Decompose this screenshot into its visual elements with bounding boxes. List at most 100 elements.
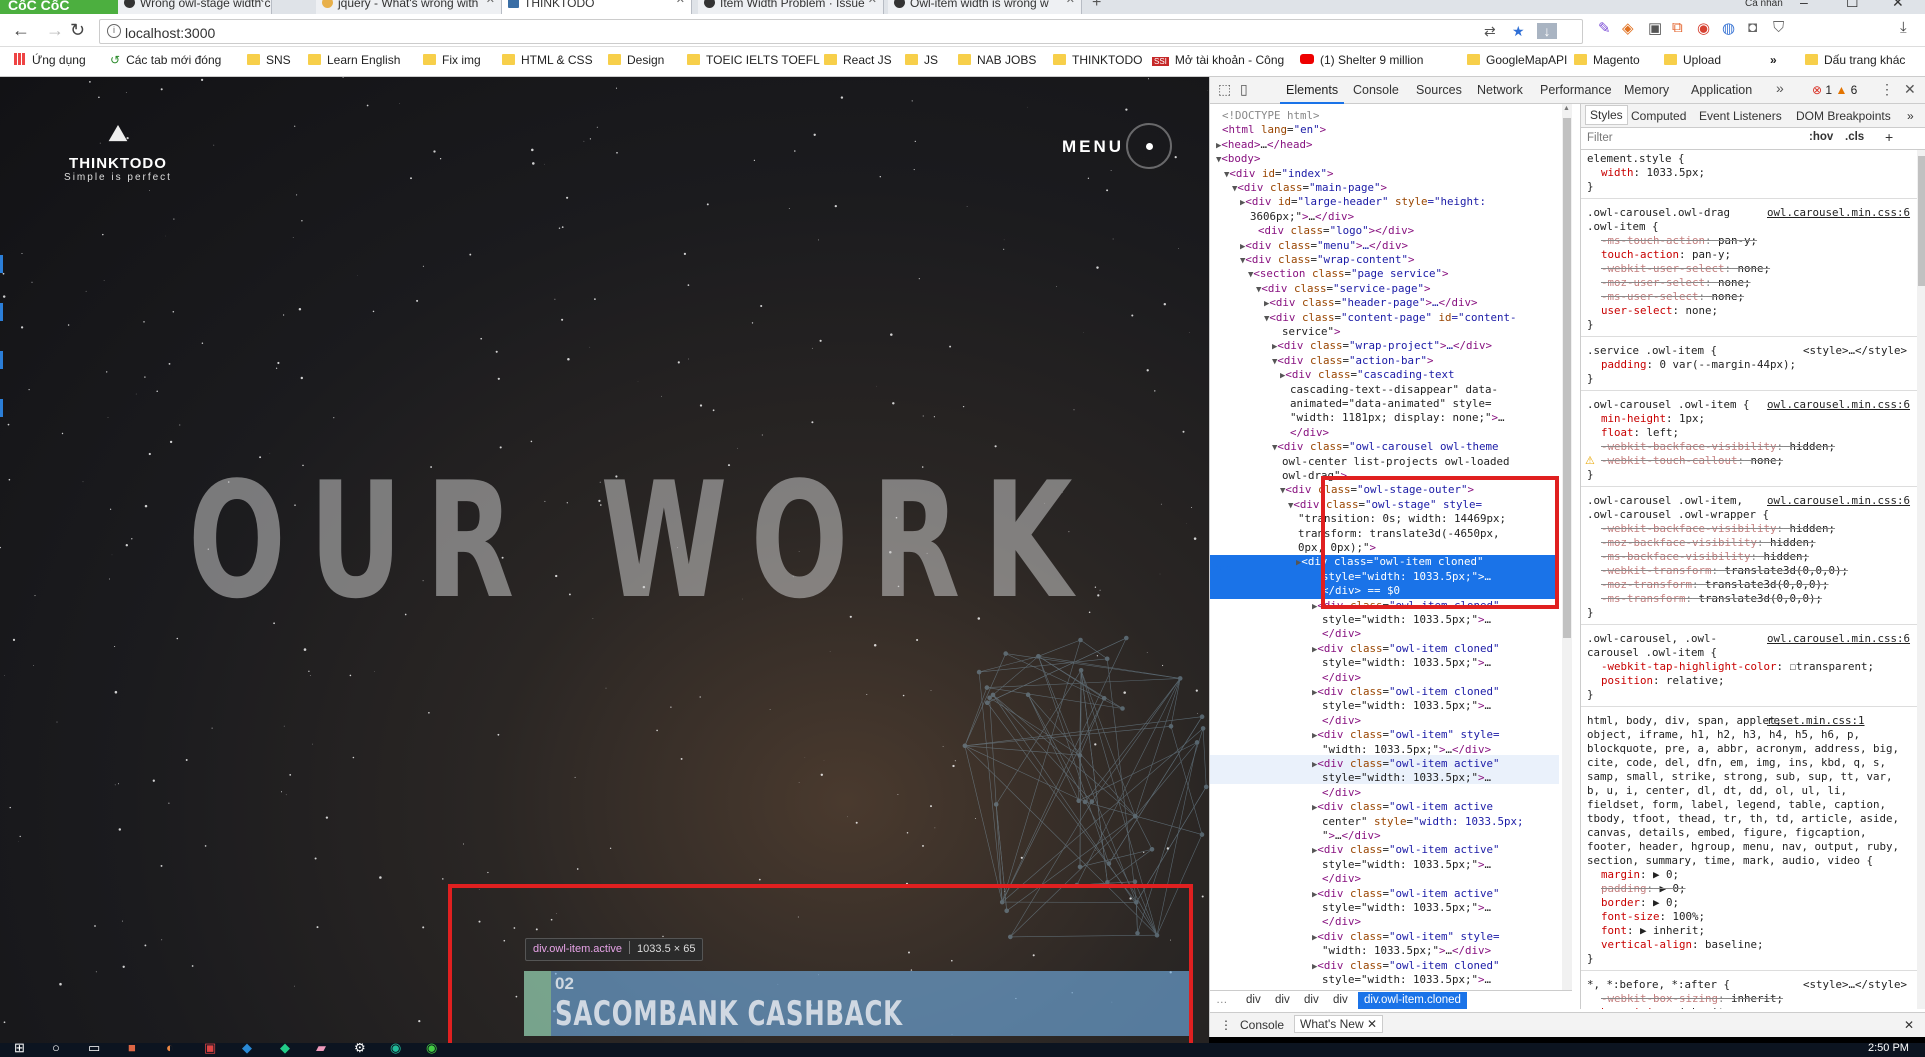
dom-node-line[interactable]: ▶<div class="menu">…</div>	[1240, 239, 1408, 254]
dom-node-line[interactable]: ▶<div id="large-header" style="height:	[1240, 195, 1486, 210]
css-declaration[interactable]: -ms-touch-action: pan-y;	[1601, 234, 1757, 248]
dom-node-line[interactable]: cascading-text--disappear" data-	[1290, 383, 1498, 397]
breadcrumb-dots[interactable]: …	[1216, 992, 1228, 1009]
dom-node-line[interactable]: style="width: 1033.5px;">…	[1322, 858, 1491, 872]
download-arrow-icon[interactable]: ⤓	[1900, 19, 1907, 36]
profile-label[interactable]: Cá nhân	[1745, 0, 1783, 9]
css-declaration[interactable]: -moz-user-select: none;	[1601, 276, 1751, 290]
dom-node-line[interactable]: ▼<div class="service-page">	[1256, 282, 1431, 297]
info-icon[interactable]: i	[107, 24, 121, 38]
tab-console[interactable]: Console	[1353, 83, 1399, 97]
more-subtabs-icon[interactable]: »	[1907, 109, 1914, 123]
browser-tab[interactable]: Owl-item width is wrong w ✕	[888, 0, 1082, 14]
dom-node-line[interactable]: ▶<div class="owl-item" style=	[1312, 930, 1500, 945]
dom-node-line[interactable]: style="width: 1033.5px;">…	[1322, 656, 1491, 670]
css-selector[interactable]: carousel .owl-item {	[1587, 646, 1717, 660]
css-declaration[interactable]: min-height: 1px;	[1601, 412, 1705, 426]
css-selector[interactable]: cite, code, del, dfn, em, img, ins, kbd,…	[1587, 756, 1886, 770]
app-icon[interactable]: ◆	[280, 1043, 290, 1056]
bookmark-folder[interactable]: JS	[905, 53, 938, 67]
css-declaration[interactable]: float: left;	[1601, 426, 1679, 440]
breadcrumb-item[interactable]: div	[1246, 992, 1261, 1009]
tab-network[interactable]: Network	[1477, 83, 1523, 97]
dom-node-line[interactable]: </div>	[1322, 671, 1361, 685]
browser-tab[interactable]: Wrong owl-stage width ca ✕	[118, 0, 272, 14]
css-selector[interactable]: *, *:before, *:after {<style>…</style>	[1587, 978, 1907, 992]
tab-event-listeners[interactable]: Event Listeners	[1699, 109, 1782, 123]
css-declaration[interactable]: -moz-backface-visibility: hidden;	[1601, 536, 1816, 550]
site-logo[interactable]: ⯅ THINKTODO Simple is perfect	[48, 117, 188, 183]
dom-node-line[interactable]: ▶<head>…</head>	[1216, 138, 1313, 153]
dom-node-line[interactable]: ▶<div class="owl-item active"	[1312, 887, 1500, 902]
css-declaration[interactable]: border: ▶ 0;	[1601, 896, 1679, 910]
search-icon[interactable]: ○	[52, 1043, 60, 1055]
menu-button[interactable]: MENU	[1062, 123, 1172, 169]
dom-node-line[interactable]: ▶<div class="wrap-project">…</div>	[1272, 339, 1492, 354]
dom-node-line[interactable]: </div>	[1322, 786, 1361, 800]
css-selector[interactable]: .owl-carousel .owl-item {owl.carousel.mi…	[1587, 398, 1910, 412]
bookmark-folder[interactable]: GoogleMapAPI	[1467, 53, 1567, 67]
close-tab-icon[interactable]: ✕	[1066, 0, 1075, 6]
drawer-menu-icon[interactable]: ⋮	[1220, 1018, 1232, 1032]
dom-node-line[interactable]: service">	[1282, 325, 1341, 339]
other-bookmarks[interactable]: Dấu trang khác	[1805, 53, 1905, 67]
close-tab-icon[interactable]: ✕	[256, 0, 265, 6]
bookmark-folder[interactable]: TOEIC IELTS TOEFL	[687, 53, 820, 67]
extension-pen-icon[interactable]: ✎	[1598, 19, 1611, 37]
dom-node-line[interactable]: </div>	[1322, 627, 1361, 641]
dom-node-line[interactable]: animated="data-animated" style=	[1290, 397, 1492, 411]
shield-icon[interactable]: ⛉	[1773, 19, 1784, 36]
drawer-tab-console[interactable]: Console	[1240, 1018, 1284, 1032]
download-icon[interactable]: ↓	[1537, 23, 1557, 39]
issue-counter[interactable]: ⊗ 1 ▲ 6	[1812, 83, 1857, 97]
tab-sources[interactable]: Sources	[1416, 83, 1462, 97]
dom-node-line[interactable]: ▼<section class="page service">	[1248, 267, 1449, 282]
css-selector[interactable]: fieldset, form, label, legend, table, ca…	[1587, 798, 1886, 812]
tab-dom-breakpoints[interactable]: DOM Breakpoints	[1796, 109, 1891, 123]
css-declaration[interactable]: user-select: none;	[1601, 304, 1718, 318]
css-selector[interactable]: section, summary, time, mark, audio, vid…	[1587, 854, 1873, 868]
dom-node-line[interactable]: ▼<body>	[1216, 152, 1260, 167]
hov-toggle[interactable]: :hov	[1809, 131, 1833, 143]
breadcrumb-item[interactable]: div	[1275, 992, 1290, 1009]
css-declaration[interactable]: padding: ▶ 0;	[1601, 882, 1686, 896]
breadcrumb-item[interactable]: div	[1304, 992, 1319, 1009]
task-view-icon[interactable]: ▭	[88, 1043, 100, 1056]
dom-node-line[interactable]: </div>	[1290, 426, 1329, 440]
bookmark-folder[interactable]: Upload	[1664, 53, 1721, 67]
browser-tab-active[interactable]: THINKTODO ✕	[502, 0, 692, 14]
tab-memory[interactable]: Memory	[1624, 83, 1669, 97]
css-declaration[interactable]: vertical-align: baseline;	[1601, 938, 1764, 952]
close-devtools-icon[interactable]: ✕	[1904, 81, 1916, 98]
kebab-menu-icon[interactable]: ⋮	[1880, 81, 1894, 98]
css-selector[interactable]: footer, header, hgroup, menu, nav, outpu…	[1587, 840, 1899, 854]
dom-node-line[interactable]: ▶<div class="owl-item active"	[1312, 757, 1500, 772]
bookmark-star-icon[interactable]: ★	[1512, 23, 1525, 40]
dom-node-line[interactable]: 3606px;">…</div>	[1250, 210, 1354, 224]
tab-performance[interactable]: Performance	[1540, 83, 1612, 97]
bookmark-folder[interactable]: THINKTODO	[1053, 53, 1142, 67]
css-declaration[interactable]: -webkit-tap-highlight-color: ☐transparen…	[1601, 660, 1874, 674]
browser-tab[interactable]: jquery - What's wrong with ✕	[316, 0, 502, 14]
dom-node-line[interactable]: ▼<div class="content-page" id="content-	[1264, 311, 1517, 326]
bookmark-folder[interactable]: React JS	[824, 53, 892, 67]
extension-icon[interactable]: ⧉	[1672, 19, 1683, 36]
bookmark-folder[interactable]: Magento	[1574, 53, 1640, 67]
dom-node-line[interactable]: ▶<div class="owl-item cloned"	[1312, 685, 1500, 700]
file-explorer-icon[interactable]: ▰	[316, 1043, 326, 1056]
css-selector[interactable]: tbody, tfoot, thead, tr, th, td, article…	[1587, 812, 1899, 826]
dom-node-line[interactable]: style="width: 1033.5px;">…	[1322, 699, 1491, 713]
css-declaration[interactable]: ⚠ -webkit-touch-callout: none;	[1585, 454, 1783, 468]
css-declaration[interactable]: margin: ▶ 0;	[1601, 868, 1679, 882]
dom-node-line[interactable]: </div>	[1322, 915, 1361, 929]
dom-node-line[interactable]: style="width: 1033.5px;">…	[1322, 901, 1491, 915]
maximize-icon[interactable]: ☐	[1846, 0, 1859, 11]
elements-scrollbar[interactable]: ▲▼	[1562, 104, 1572, 1009]
dom-node-line[interactable]: ▶<div class="cascading-text	[1280, 368, 1455, 383]
css-declaration[interactable]: -webkit-user-select: none;	[1601, 262, 1770, 276]
css-declaration[interactable]: -ms-user-select: none;	[1601, 290, 1744, 304]
bookmark-item[interactable]: (1) Shelter 9 million	[1300, 53, 1423, 67]
screenshot-icon[interactable]: ◘	[1748, 19, 1757, 36]
css-declaration[interactable]: touch-action: pan-y;	[1601, 248, 1731, 262]
inspect-element-icon[interactable]: ⬚	[1218, 81, 1231, 98]
